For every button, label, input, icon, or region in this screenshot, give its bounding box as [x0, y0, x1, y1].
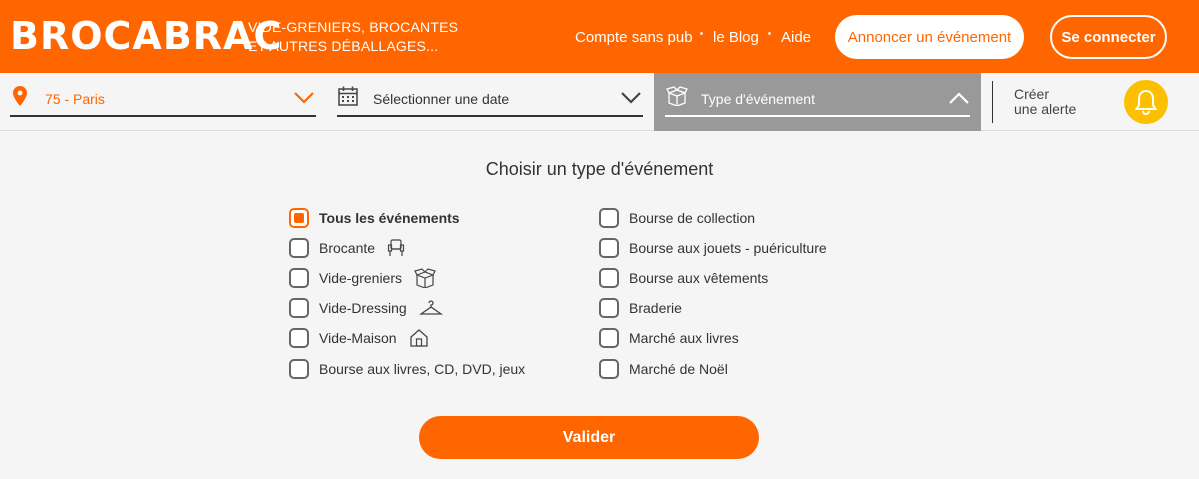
option-label: Vide-Dressing	[319, 300, 407, 316]
tagline-line-2: ET AUTRES DÉBALLAGES...	[248, 38, 439, 54]
create-alert-link[interactable]: Créer une alerte	[1014, 87, 1076, 117]
checkbox[interactable]	[599, 359, 619, 379]
checkbox[interactable]	[289, 298, 309, 318]
chevron-up-icon	[948, 91, 970, 110]
box-icon	[666, 86, 688, 111]
alert-line-2: une alerte	[1014, 101, 1077, 117]
brocabrac-logo[interactable]: BROCABRAC	[10, 14, 282, 58]
house-icon	[409, 328, 429, 348]
create-alert-button[interactable]	[1124, 80, 1168, 124]
option-brocante[interactable]: Brocante	[289, 237, 405, 259]
event-type-filter-container: Type d'événement	[654, 73, 981, 131]
nav-separator	[768, 32, 771, 35]
option-label: Bourse aux livres, CD, DVD, jeux	[319, 361, 526, 377]
alert-line-1: Créer	[1014, 86, 1050, 102]
option-vide-greniers[interactable]: Vide-greniers	[289, 267, 436, 289]
nav-no-ads-link[interactable]: Compte sans pub	[575, 29, 693, 46]
option-label: Tous les événements	[319, 210, 460, 226]
option-bourse-collection[interactable]: Bourse de collection	[599, 207, 755, 229]
alert-divider	[992, 81, 993, 123]
option-label: Marché aux livres	[629, 330, 739, 346]
nav-blog-link[interactable]: le Blog	[713, 29, 759, 46]
hanger-icon	[418, 299, 443, 317]
location-value: 75 - Paris	[45, 91, 105, 107]
option-label: Marché de Noël	[629, 361, 728, 377]
login-button[interactable]: Se connecter	[1050, 15, 1167, 59]
option-label: Bourse aux vêtements	[629, 270, 769, 286]
calendar-icon	[338, 86, 358, 111]
option-label: Brocante	[319, 240, 376, 256]
site-tagline: VIDE-GRENIERS, BROCANTES ET AUTRES DÉBAL…	[248, 18, 458, 56]
option-label: Braderie	[629, 300, 682, 316]
checkbox[interactable]	[599, 328, 619, 348]
nav-help-link[interactable]: Aide	[781, 29, 811, 46]
option-bourse-vetements[interactable]: Bourse aux vêtements	[599, 267, 768, 289]
location-underline	[10, 115, 316, 117]
option-marche-livres[interactable]: Marché aux livres	[599, 327, 739, 349]
open-box-icon	[414, 268, 436, 288]
option-bourse-livres[interactable]: Bourse aux livres, CD, DVD, jeux	[289, 358, 525, 380]
option-bourse-jouets[interactable]: Bourse aux jouets - puériculture	[599, 237, 827, 259]
submit-button[interactable]: Valider	[419, 416, 759, 459]
checkbox-checked[interactable]	[289, 208, 309, 228]
nav-separator	[700, 32, 703, 35]
checkbox[interactable]	[289, 238, 309, 258]
bell-icon	[1135, 89, 1157, 115]
chevron-down-icon	[293, 91, 315, 110]
armchair-icon	[387, 239, 405, 257]
announce-event-button[interactable]: Annoncer un événement	[835, 15, 1024, 59]
top-header: BROCABRAC VIDE-GRENIERS, BROCANTES ET AU…	[0, 0, 1199, 73]
option-label: Bourse aux jouets - puériculture	[629, 240, 827, 256]
checkbox[interactable]	[599, 208, 619, 228]
checkbox[interactable]	[289, 268, 309, 288]
option-all-events[interactable]: Tous les événements	[289, 207, 460, 229]
option-label: Vide-greniers	[319, 270, 403, 286]
checkbox[interactable]	[289, 328, 309, 348]
date-filter[interactable]: Sélectionner une date	[337, 73, 643, 131]
chevron-down-icon	[620, 91, 642, 110]
event-type-filter[interactable]: Type d'événement	[665, 73, 970, 131]
option-label: Vide-Maison	[319, 330, 397, 346]
location-filter[interactable]: 75 - Paris	[10, 73, 316, 131]
date-underline	[337, 115, 643, 117]
checkbox[interactable]	[599, 268, 619, 288]
checkbox[interactable]	[599, 238, 619, 258]
option-vide-dressing[interactable]: Vide-Dressing	[289, 297, 443, 319]
panel-title: Choisir un type d'événement	[485, 159, 714, 179]
event-type-value: Type d'événement	[701, 91, 815, 107]
option-braderie[interactable]: Braderie	[599, 297, 682, 319]
tagline-line-1: VIDE-GRENIERS, BROCANTES	[248, 19, 459, 35]
location-pin-icon	[13, 86, 27, 111]
date-value: Sélectionner une date	[373, 91, 510, 107]
option-vide-maison[interactable]: Vide-Maison	[289, 327, 429, 349]
option-marche-noel[interactable]: Marché de Noël	[599, 358, 728, 380]
event-type-underline	[665, 115, 970, 117]
filter-bar: 75 - Paris Sélectionner une date Type d'…	[0, 73, 1199, 131]
checkbox[interactable]	[289, 359, 309, 379]
option-label: Bourse de collection	[629, 210, 756, 226]
checkbox[interactable]	[599, 298, 619, 318]
